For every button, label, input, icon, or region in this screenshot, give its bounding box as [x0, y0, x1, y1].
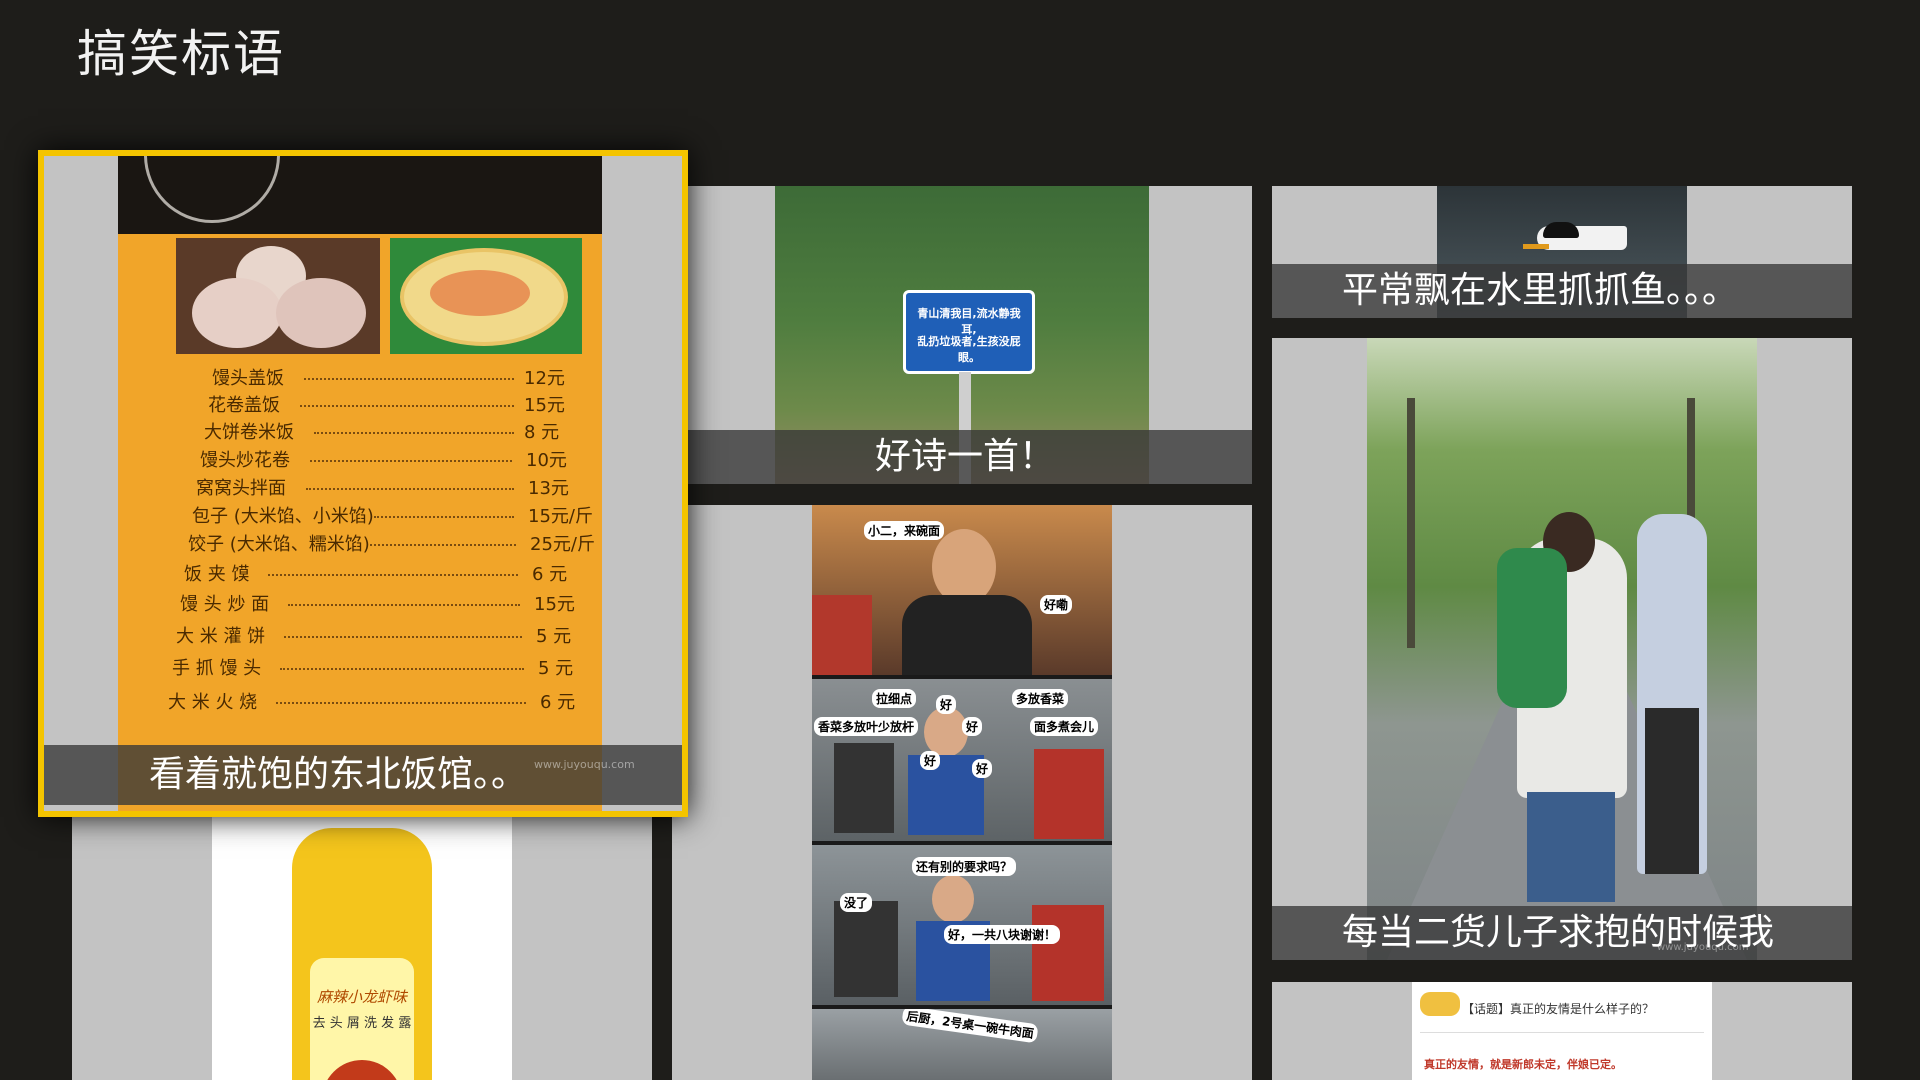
- speech-bubble: 好，一共八块谢谢！: [944, 925, 1061, 944]
- page-title: 搞笑标语: [77, 25, 285, 83]
- menu-item: 馒头炒花卷 10元: [200, 450, 567, 471]
- caption-bar: 看着就饱的东北饭馆。。 www.juyouqu.com: [44, 745, 682, 805]
- sign-board: 青山清我目,流水静我耳, 乱扔垃圾者,生孩没屁眼。: [903, 290, 1035, 374]
- watermark: www.juyouqu.com: [534, 758, 635, 771]
- speech-bubble: 好: [962, 717, 983, 736]
- speech-bubble: 好嘞: [1040, 595, 1073, 614]
- menu-item: 饭 夹 馍6 元: [184, 564, 568, 585]
- watermark: www.juyouqu.com: [1657, 942, 1749, 953]
- menu-item: 花卷盖饭 15元: [208, 395, 565, 416]
- forum-logo-icon: [1420, 992, 1460, 1016]
- speech-bubble: 香菜多放叶少放杆: [814, 717, 919, 736]
- speech-bubble: 好: [972, 759, 993, 778]
- caption-text: 好诗一首！: [875, 436, 1056, 477]
- speech-bubble: 多放香菜: [1012, 689, 1069, 708]
- tile-forum[interactable]: 【话题】真正的友情是什么样子的？ 真正的友情，就是新郎未定，伴娘已定。: [1272, 982, 1852, 1080]
- speech-bubble: 好: [920, 751, 941, 770]
- menu-item: 馒头盖饭 12元: [212, 368, 565, 389]
- menu-item: 大 米 灌 饼5 元: [176, 626, 572, 647]
- menu-list: 馒头盖饭 12元 花卷盖饭 15元 大饼卷米饭 8 元 馒头炒花卷 10元 窝窝头拌面 1…: [118, 364, 602, 764]
- caption-text: 平常飘在水里抓抓鱼。。。: [1342, 270, 1739, 311]
- forum-body: 真正的友情，就是新郎未定，伴娘已定。: [1424, 1058, 1622, 1071]
- sign-line2: 乱扔垃圾者,生孩没屁眼。: [917, 335, 1021, 364]
- caption-bar: 平常飘在水里抓抓鱼。。。: [1272, 264, 1852, 318]
- menu-item: 饺子 (大米馅、糯米馅) 25元/斤: [188, 534, 595, 555]
- menu-item: 馒 头 炒 面 15元: [180, 594, 575, 615]
- comic-panel-2: 拉细点 好 多放香菜 香菜多放叶少放杆 好 面多煮会儿 好 好: [812, 679, 1112, 841]
- comic-panel-1: 小二，来碗面 好嘞: [812, 505, 1112, 675]
- menu-item: 窝窝头拌面 13元: [196, 478, 569, 499]
- park-image: [1367, 338, 1757, 960]
- tile-poem[interactable]: 青山清我目,流水静我耳, 乱扔垃圾者,生孩没屁眼。 好诗一首！: [672, 186, 1252, 484]
- comic-panel-3: 还有别的要求吗？ 没了 好，一共八块谢谢！: [812, 845, 1112, 1005]
- speech-bubble: 面多煮会儿: [1030, 717, 1099, 736]
- speech-bubble: 好: [936, 695, 957, 714]
- shampoo-image: 麻辣小龙虾味 去 头 屑 洗 发 露: [212, 800, 512, 1080]
- tile-comic[interactable]: 小二，来碗面 好嘞 拉细点 好 多放香菜 香菜多放叶少放杆 好 面多煮会儿 好 …: [672, 505, 1252, 1080]
- shampoo-bottle: 麻辣小龙虾味 去 头 屑 洗 发 露: [292, 828, 432, 1080]
- tile-shampoo[interactable]: 麻辣小龙虾味 去 头 屑 洗 发 露: [72, 800, 652, 1080]
- forum-header: 【话题】真正的友情是什么样子的？: [1462, 1002, 1655, 1016]
- speech-bubble: 没了: [840, 893, 873, 912]
- menu-item: 大饼卷米饭 8 元: [204, 422, 560, 443]
- steamed-buns-photo: [176, 238, 380, 354]
- menu-item: 包子 (大米馅、小米馅) 15元/斤: [192, 506, 593, 527]
- speech-bubble: 后厨，2号桌一碗牛肉面: [901, 1009, 1040, 1044]
- menu-item: 手 抓 馒 头5 元: [172, 658, 574, 679]
- caption-bar: 每当二货儿子求抱的时候我 www.juyouqu.com: [1272, 906, 1852, 960]
- shampoo-label-line2: 去 头 屑 洗 发 露: [312, 1016, 412, 1031]
- caption-text: 看着就饱的东北饭馆。。: [149, 754, 528, 795]
- pancake-photo: [390, 238, 582, 354]
- caption-bar: 好诗一首！: [672, 430, 1252, 484]
- menu-item: 大 米 火 烧6 元: [168, 692, 576, 713]
- tile-fish[interactable]: 平常飘在水里抓抓鱼。。。: [1272, 186, 1852, 318]
- speech-bubble: 还有别的要求吗？: [912, 857, 1017, 876]
- tile-park[interactable]: 每当二货儿子求抱的时候我 www.juyouqu.com: [1272, 338, 1852, 960]
- tile-menu-selected[interactable]: 馒头盖饭 12元 花卷盖饭 15元 大饼卷米饭 8 元 馒头炒花卷 10元 窝窝头拌面 1…: [38, 150, 688, 817]
- speech-bubble: 小二，来碗面: [864, 521, 945, 540]
- person-child: [1497, 548, 1567, 708]
- comic-panel-4: 后厨，2号桌一碗牛肉面: [812, 1009, 1112, 1080]
- shampoo-label-line1: 麻辣小龙虾味: [316, 988, 407, 1006]
- menu-image: 馒头盖饭 12元 花卷盖饭 15元 大饼卷米饭 8 元 馒头炒花卷 10元 窝窝头拌面 1…: [118, 156, 602, 811]
- forum-image: 【话题】真正的友情是什么样子的？ 真正的友情，就是新郎未定，伴娘已定。: [1412, 982, 1712, 1080]
- speech-bubble: 拉细点: [872, 689, 917, 708]
- comic-image: 小二，来碗面 好嘞 拉细点 好 多放香菜 香菜多放叶少放杆 好 面多煮会儿 好 …: [812, 505, 1112, 1080]
